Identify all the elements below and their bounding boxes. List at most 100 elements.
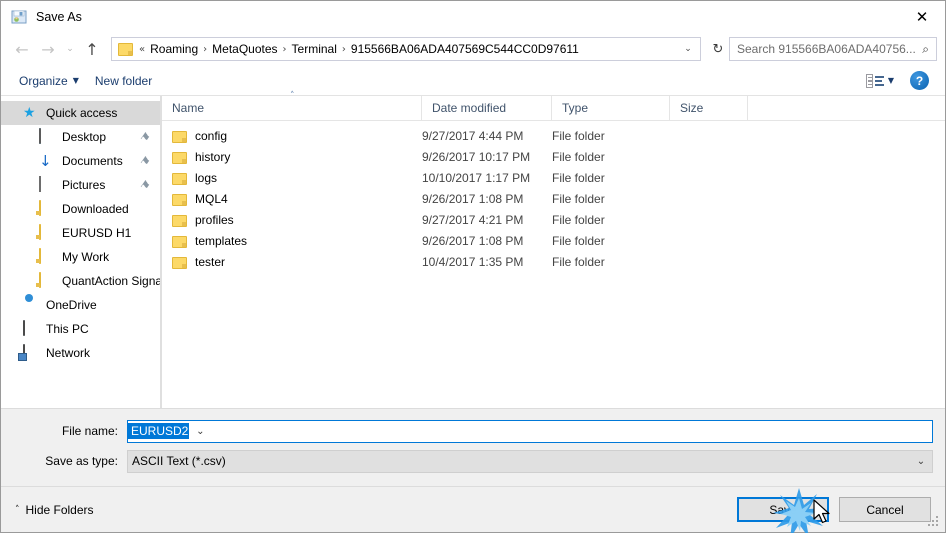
breadcrumb-segment-roaming[interactable]: Roaming xyxy=(146,42,202,56)
view-options-icon[interactable] xyxy=(865,73,884,88)
breadcrumb-segment-terminal[interactable]: Terminal xyxy=(288,42,341,56)
recent-locations-icon[interactable]: ⌄ xyxy=(61,36,79,62)
sidebar-item-quick-access[interactable]: ★ Quick access xyxy=(1,101,160,125)
file-list: Name ˄ Date modified Type Size config 9/2… xyxy=(162,91,945,408)
file-type-cell: File folder xyxy=(552,191,605,206)
view-icon-line xyxy=(874,83,884,86)
sidebar-item-this-pc[interactable]: This PC xyxy=(1,317,160,341)
file-type-cell: File folder xyxy=(552,128,605,143)
folder-icon xyxy=(172,256,187,269)
close-icon[interactable]: ✕ xyxy=(899,2,945,32)
organize-button[interactable]: Organize ▼ xyxy=(11,69,87,93)
hide-folders-button[interactable]: ˄ Hide Folders xyxy=(15,503,94,517)
column-header-size[interactable]: Size xyxy=(670,95,748,121)
column-header-date[interactable]: Date modified xyxy=(422,95,552,121)
sidebar-item-desktop[interactable]: Desktop ⚑ xyxy=(1,125,160,149)
sidebar-item-label: Downloaded xyxy=(62,202,129,216)
table-row[interactable]: templates 9/26/2017 1:08 PM File folder xyxy=(162,230,945,251)
table-row[interactable]: MQL4 9/26/2017 1:08 PM File folder xyxy=(162,188,945,209)
sidebar-item-documents[interactable]: ↓ Documents ⚑ xyxy=(1,149,160,173)
column-header-name[interactable]: Name ˄ xyxy=(162,91,422,121)
file-name-cell: tester xyxy=(162,255,422,269)
save-button[interactable]: Save xyxy=(737,497,829,522)
folder-icon xyxy=(39,224,55,241)
file-name-cell: logs xyxy=(162,171,422,185)
filename-row: File name: EURUSD2 ⌄ xyxy=(1,418,945,444)
chevron-down-icon[interactable]: ▼ xyxy=(888,76,894,85)
file-name-label: tester xyxy=(195,254,226,269)
dialog-body: ★ Quick access Desktop ⚑ ↓ Documents ⚑ Pictures… xyxy=(1,91,945,409)
sidebar-item-pictures[interactable]: Pictures ⚑ xyxy=(1,173,160,197)
folder-icon xyxy=(172,151,187,164)
file-date-cell: 10/4/2017 1:35 PM xyxy=(422,254,524,269)
sidebar-item-label: Documents xyxy=(62,154,123,168)
column-header-type[interactable]: Type xyxy=(552,95,670,121)
back-button[interactable]: ← xyxy=(9,36,35,62)
pane-splitter[interactable] xyxy=(161,96,162,408)
sidebar-item-eurusd-h1[interactable]: EURUSD H1 xyxy=(1,221,160,245)
filetype-value: ASCII Text (*.csv) xyxy=(132,454,226,468)
table-row[interactable]: history 9/26/2017 10:17 PM File folder xyxy=(162,146,945,167)
file-date-cell: 9/27/2017 4:44 PM xyxy=(422,128,524,143)
search-input[interactable]: Search 915566BA06ADA40756... ⌕ xyxy=(729,37,937,61)
file-name-label: templates xyxy=(195,233,248,248)
chevron-down-icon[interactable]: ⌄ xyxy=(910,456,932,467)
file-name-cell: config xyxy=(162,129,422,143)
folder-icon xyxy=(39,248,55,265)
sidebar-item-onedrive[interactable]: OneDrive xyxy=(1,293,160,317)
hide-folders-label: Hide Folders xyxy=(25,502,94,517)
breadcrumb[interactable]: « Roaming › MetaQuotes › Terminal › 9155… xyxy=(111,37,701,61)
table-row[interactable]: profiles 9/27/2017 4:21 PM File folder xyxy=(162,209,945,230)
file-date-cell: 10/10/2017 1:17 PM xyxy=(422,170,531,185)
chevron-down-icon[interactable]: ⌄ xyxy=(189,426,211,437)
sidebar-item-label: This PC xyxy=(46,322,89,336)
breadcrumb-segment-guid[interactable]: 915566BA06ADA407569C544CC0D97611 xyxy=(347,42,583,56)
file-type-cell: File folder xyxy=(552,254,605,269)
file-rows: config 9/27/2017 4:44 PM File folder histor… xyxy=(162,121,945,408)
sidebar-item-quantaction-signal[interactable]: QuantAction Signal xyxy=(1,269,160,293)
refresh-icon[interactable]: ↻ xyxy=(707,42,729,57)
file-name-label: profiles xyxy=(195,212,234,227)
filetype-select[interactable]: ASCII Text (*.csv) ⌄ xyxy=(127,449,933,473)
forward-button[interactable]: → xyxy=(35,36,61,62)
documents-icon: ↓ xyxy=(39,152,52,170)
table-row[interactable]: logs 10/10/2017 1:17 PM File folder xyxy=(162,167,945,188)
sidebar-item-label: Quick access xyxy=(46,106,118,120)
sidebar-item-my-work[interactable]: My Work xyxy=(1,245,160,269)
sidebar-item-label: QuantAction Signal xyxy=(62,274,160,288)
breadcrumb-segment-metaquotes[interactable]: MetaQuotes xyxy=(208,42,281,56)
view-icon-box xyxy=(865,73,873,88)
file-name-label: logs xyxy=(195,170,218,185)
pin-icon[interactable]: ⚑ xyxy=(137,129,153,145)
sort-ascending-icon: ˄ xyxy=(290,90,295,101)
breadcrumb-overflow[interactable]: « xyxy=(138,44,146,55)
save-as-icon xyxy=(11,9,27,25)
folder-icon xyxy=(118,42,133,56)
new-folder-button[interactable]: New folder xyxy=(87,69,160,93)
view-icon-line xyxy=(874,75,884,78)
file-type-cell: File folder xyxy=(552,170,605,185)
help-button[interactable]: ? xyxy=(910,71,929,90)
pin-icon[interactable]: ⚑ xyxy=(137,153,153,169)
file-name-cell: MQL4 xyxy=(162,192,422,206)
column-header-name-label: Name xyxy=(172,101,205,115)
title-bar: Save As ✕ xyxy=(1,1,945,32)
address-bar: ← → ⌄ ↑ « Roaming › MetaQuotes › Termina… xyxy=(1,32,945,66)
sidebar-item-downloaded[interactable]: Downloaded xyxy=(1,197,160,221)
view-icon-line xyxy=(874,79,882,82)
cancel-button[interactable]: Cancel xyxy=(839,497,931,522)
sidebar-item-label: EURUSD H1 xyxy=(62,226,132,240)
save-as-dialog: Save As ✕ ← → ⌄ ↑ « Roaming › MetaQuotes… xyxy=(0,0,946,533)
save-form: File name: EURUSD2 ⌄ Save as type: ASCII… xyxy=(1,409,945,486)
filetype-row: Save as type: ASCII Text (*.csv) ⌄ xyxy=(1,448,945,474)
table-row[interactable]: tester 10/4/2017 1:35 PM File folder xyxy=(162,251,945,272)
file-name-cell: profiles xyxy=(162,213,422,227)
chevron-down-icon[interactable]: ⌄ xyxy=(678,44,698,54)
table-row[interactable]: config 9/27/2017 4:44 PM File folder xyxy=(162,125,945,146)
sidebar-item-network[interactable]: Network xyxy=(1,341,160,365)
star-icon: ★ xyxy=(23,105,36,121)
resize-grip[interactable] xyxy=(928,516,941,529)
pin-icon[interactable]: ⚑ xyxy=(137,177,153,193)
filename-input[interactable]: EURUSD2 ⌄ xyxy=(127,419,933,443)
up-button[interactable]: ↑ xyxy=(79,36,105,62)
